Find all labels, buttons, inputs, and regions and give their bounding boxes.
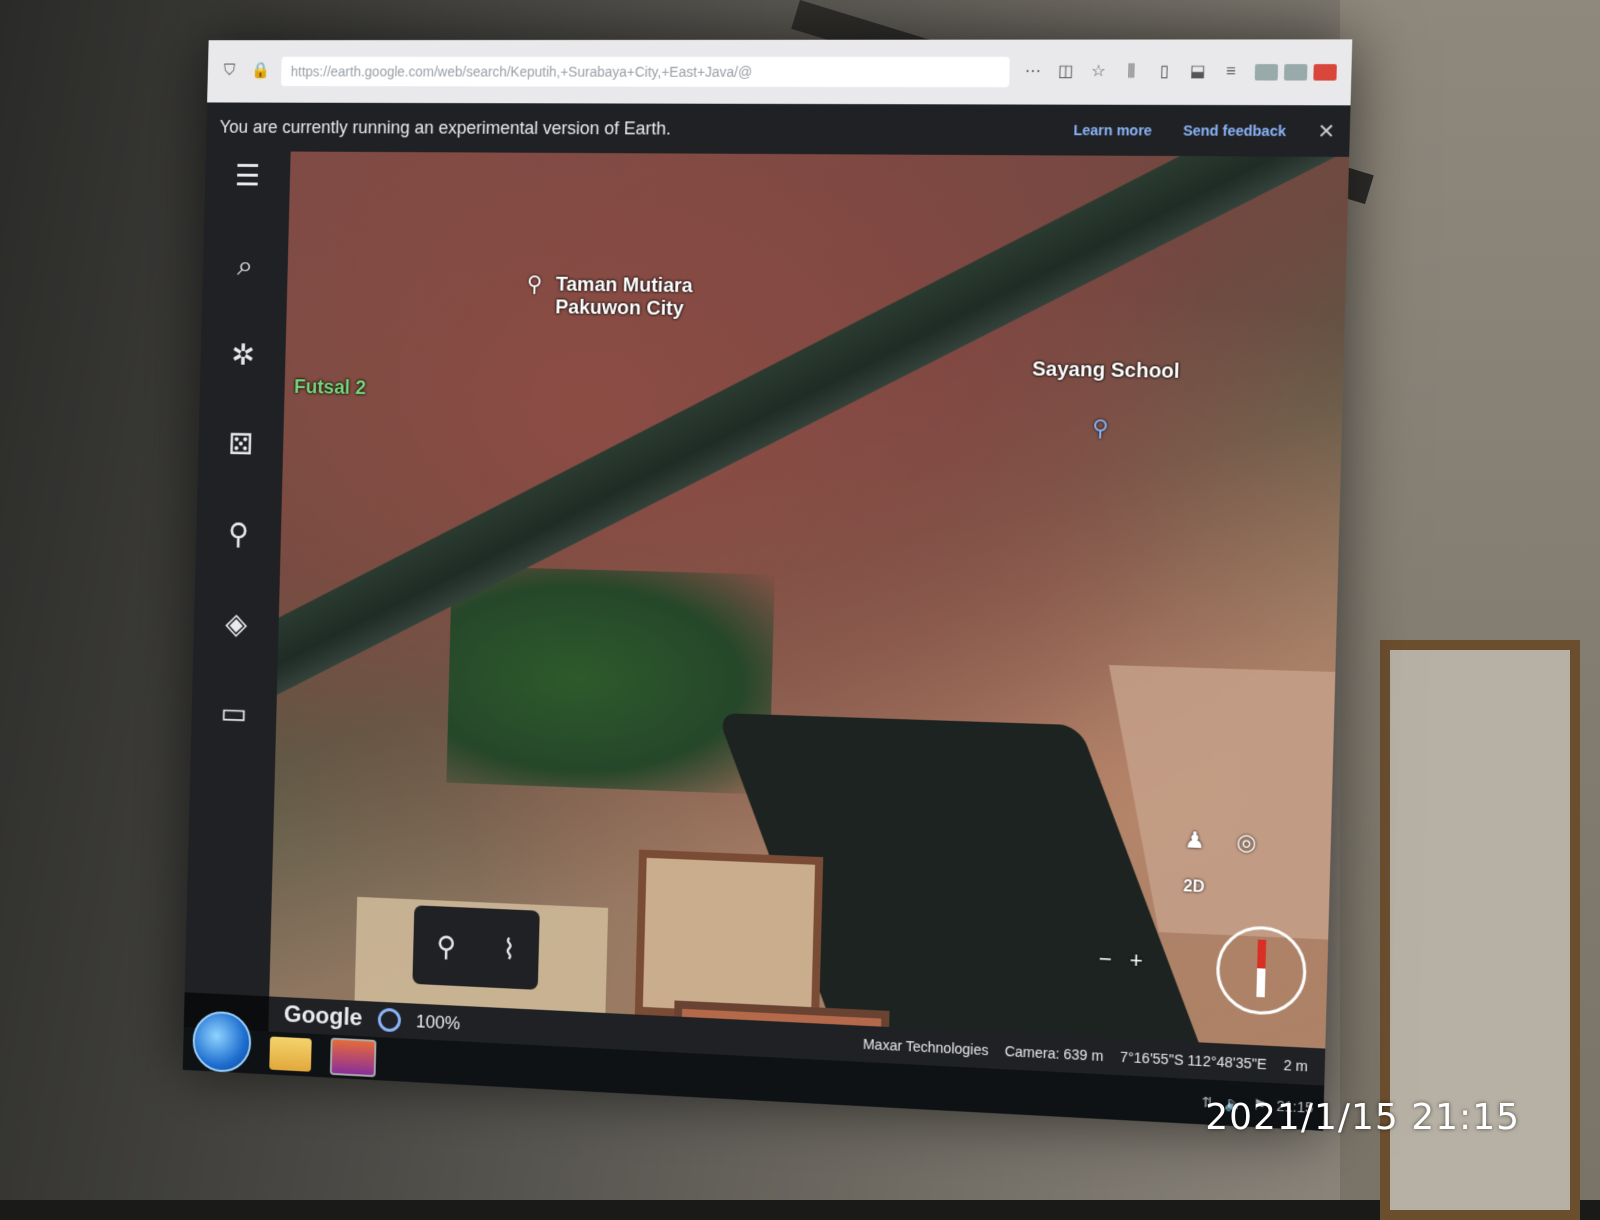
fish-pond [634,849,824,1024]
pocket-icon[interactable]: ◫ [1056,63,1075,81]
forest-area [446,566,775,795]
taman-line1: Taman Mutiara [555,273,693,298]
satellite-map[interactable]: ⚲ Taman Mutiara Pakuwon City Futsal 2 Sa… [269,151,1350,1049]
my-location-icon[interactable]: ◎ [1236,829,1257,856]
shield-icon: ⛉ [223,62,236,80]
sidebar-icon[interactable]: ▯ [1155,63,1174,81]
close-window-button[interactable] [1313,64,1337,81]
browser-menu-icon[interactable]: ≡ [1221,63,1240,81]
navigation-controls: ♟ ◎ 2D − + [1097,814,1310,1027]
learn-more-link[interactable]: Learn more [1073,122,1152,139]
scale[interactable]: 2 m [1283,1057,1308,1075]
file-explorer-icon[interactable] [269,1036,312,1072]
compass-needle-icon [1256,939,1267,998]
taman-line2: Pakuwon City [555,296,684,321]
school-pin-icon[interactable]: ⚲ [1092,415,1109,442]
firefox-icon[interactable] [329,1037,377,1078]
close-banner-icon[interactable]: ✕ [1317,118,1335,144]
zoom-out-button[interactable]: − [1098,946,1112,973]
drawing-tools: ⚲ ⌇ [412,905,540,990]
attribution[interactable]: Maxar Technologies [863,1036,989,1058]
map-label-taman-mutiara[interactable]: Taman Mutiara Pakuwon City [555,274,693,321]
path-icon[interactable]: ⌇ [502,932,516,965]
experimental-banner: You are currently running an experimenta… [205,102,1351,157]
measure-icon[interactable]: ▭ [215,694,254,734]
voyager-icon[interactable]: ✲ [224,336,263,376]
url-bar[interactable]: https://earth.google.com/web/search/Kepu… [280,56,1010,88]
url-text: https://earth.google.com/web/search/Kepu… [290,63,753,80]
more-icon[interactable]: ⋯ [1023,63,1042,81]
projects-icon[interactable]: ⚲ [219,515,258,555]
browser-toolbar: ⛉ 🔒 https://earth.google.com/web/search/… [207,39,1353,106]
library-icon[interactable]: ⫼ [1122,63,1141,81]
map-label-futsal[interactable]: Futsal 2 [294,376,366,400]
camera-altitude: Camera: 639 m [1004,1042,1104,1065]
map-label-sayang-school[interactable]: Sayang School [1032,358,1180,384]
place-pin-icon[interactable]: ⚲ [526,271,542,297]
lock-icon: 🔒 [250,62,271,80]
minimize-button[interactable] [1254,64,1279,81]
zoom-in-button[interactable]: + [1129,947,1143,974]
toggle-2d-button[interactable]: 2D [1183,878,1205,897]
menu-icon[interactable]: ☰ [228,157,267,196]
google-logo: Google [283,1001,363,1032]
placemark-icon[interactable]: ⚲ [436,929,457,962]
banner-message: You are currently running an experimenta… [219,116,672,139]
projected-screen: ⛉ 🔒 https://earth.google.com/web/search/… [182,39,1353,1131]
photo-timestamp: 2021/1/15 21:15 [1205,1097,1520,1138]
compass[interactable] [1215,924,1308,1017]
bookmark-star-icon[interactable]: ☆ [1089,63,1108,81]
pegman-icon[interactable]: ♟ [1184,827,1205,854]
coordinates: 7°16'55"S 112°48'35"E [1119,1048,1267,1073]
maximize-button[interactable] [1283,64,1308,81]
search-icon[interactable]: ⌕ [226,247,265,286]
feeling-lucky-icon[interactable]: ⚄ [221,426,260,466]
river [269,151,1350,718]
streaming-indicator-icon [377,1007,401,1033]
streaming-percent: 100% [415,1011,461,1033]
window-controls [1254,64,1337,81]
send-feedback-link[interactable]: Send feedback [1183,122,1286,139]
map-style-icon[interactable]: ◈ [217,605,256,645]
start-button[interactable] [192,1010,252,1074]
extensions-icon[interactable]: ⬓ [1188,63,1207,81]
